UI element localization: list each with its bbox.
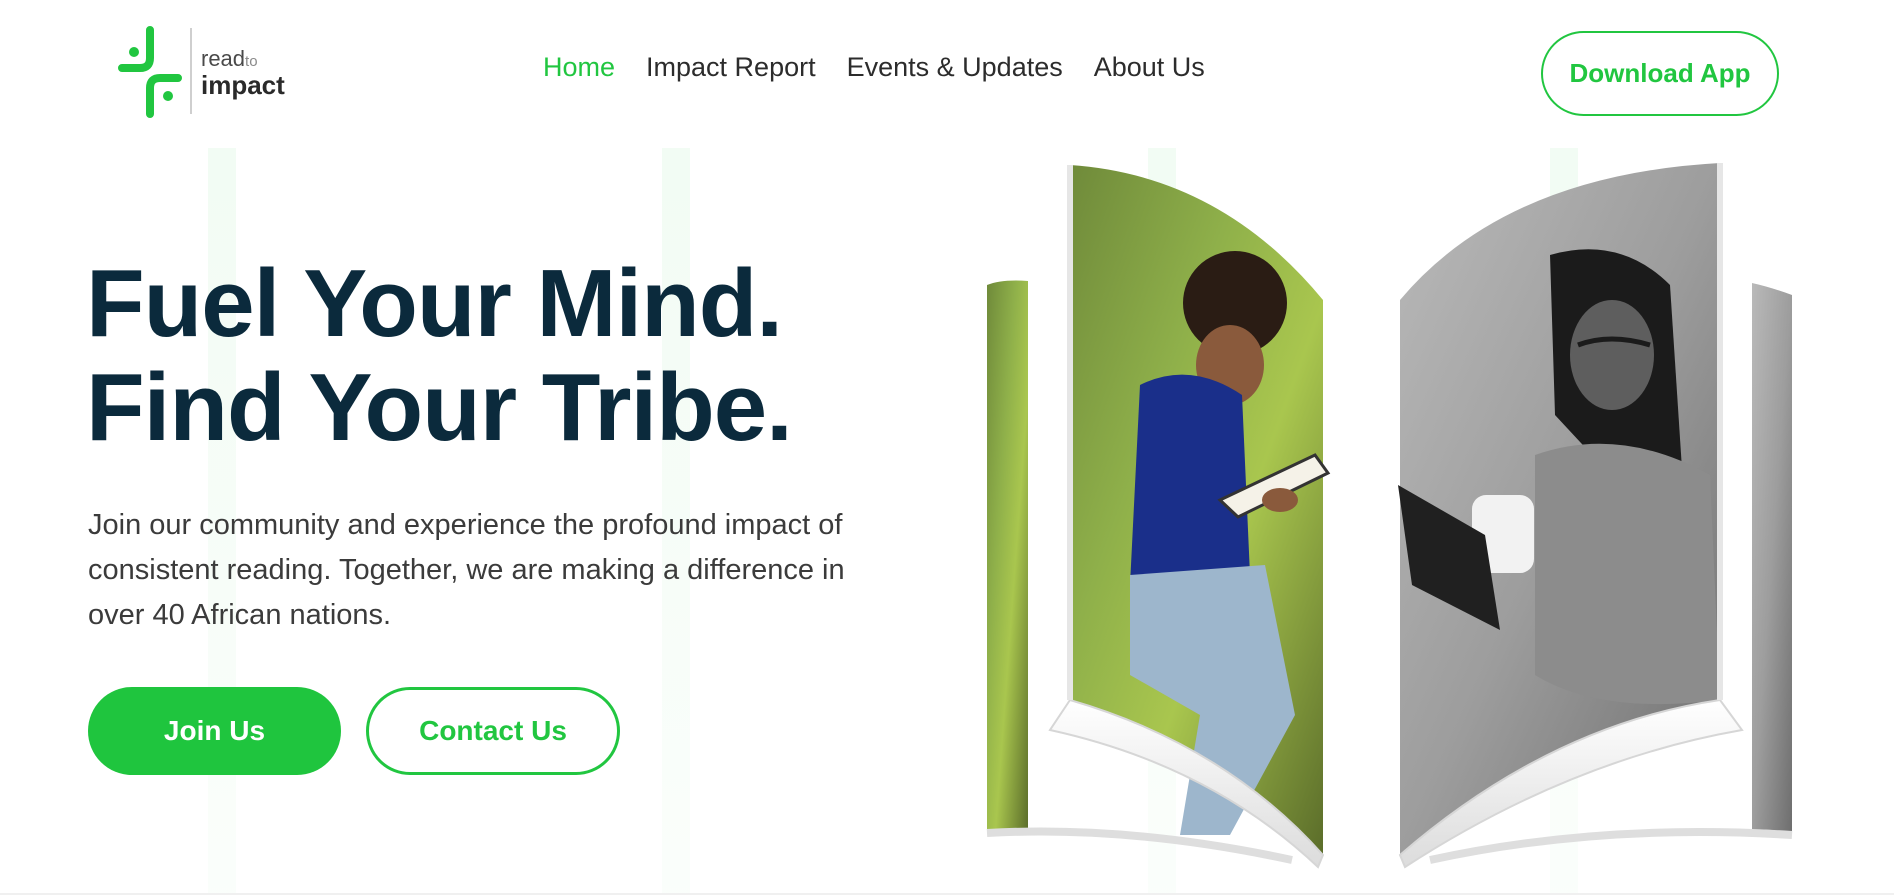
nav-about-us[interactable]: About Us [1094, 52, 1205, 83]
landing-page: readto impact Home Impact Report Events … [0, 0, 1894, 895]
download-app-button[interactable]: Download App [1541, 31, 1779, 116]
site-header: readto impact Home Impact Report Events … [0, 0, 1894, 148]
main-nav: Home Impact Report Events & Updates Abou… [543, 52, 1205, 83]
headline-line-2: Find Your Tribe. [86, 354, 793, 461]
left-outer-page [987, 280, 1028, 835]
contact-us-button[interactable]: Contact Us [366, 687, 620, 775]
logo-impact-text: impact [201, 70, 285, 100]
hero-description: Join our community and experience the pr… [88, 509, 845, 631]
site-logo[interactable]: readto impact [116, 26, 286, 120]
hero-headline: Fuel Your Mind. Find Your Tribe. [86, 252, 846, 460]
logo-read-text: read [201, 46, 246, 71]
right-outer-page [1752, 283, 1792, 835]
hero-illustration [980, 155, 1810, 875]
logo-wordmark: readto [201, 48, 258, 70]
nav-home[interactable]: Home [543, 52, 615, 83]
join-us-button[interactable]: Join Us [88, 687, 341, 775]
nav-events-updates[interactable]: Events & Updates [847, 52, 1063, 83]
logo-mark-icon [118, 26, 182, 118]
nav-impact-report[interactable]: Impact Report [646, 52, 816, 83]
open-book-photo-collage [986, 163, 1793, 869]
logo-divider [190, 28, 192, 114]
logo-to-text: to [245, 53, 258, 70]
headline-line-1: Fuel Your Mind. [86, 250, 783, 357]
